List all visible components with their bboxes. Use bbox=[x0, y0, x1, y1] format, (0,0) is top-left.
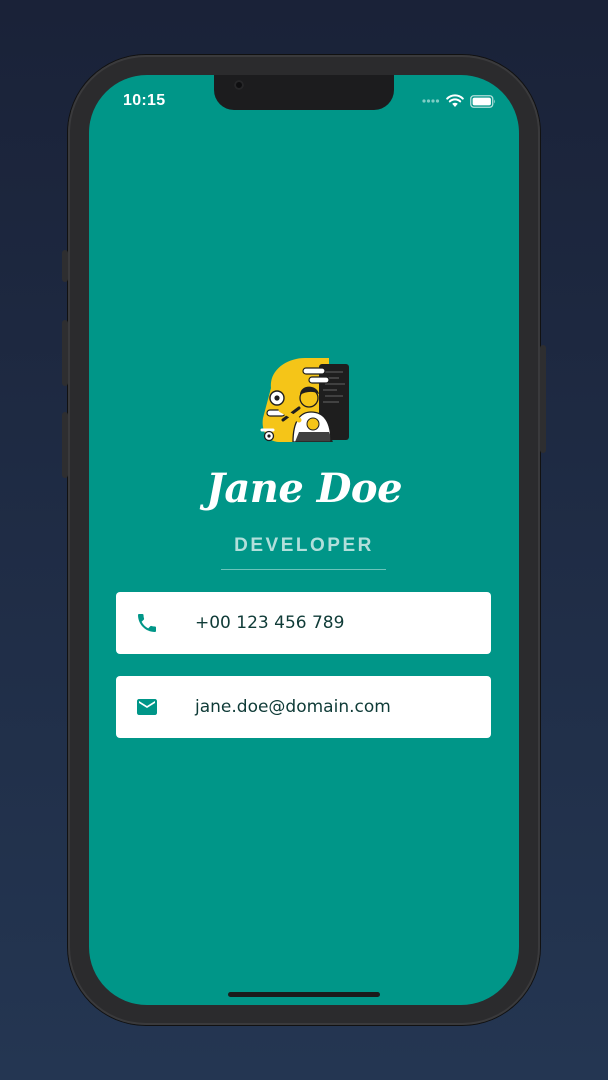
front-camera bbox=[234, 80, 244, 90]
app-screen: 10:15 Jane Doe DEVELOPER +00 123 456 789… bbox=[89, 75, 519, 1005]
status-indicators bbox=[422, 93, 496, 109]
mute-switch bbox=[62, 250, 68, 282]
profile-name: Jane Doe bbox=[205, 465, 403, 512]
avatar bbox=[259, 358, 351, 442]
divider bbox=[221, 569, 386, 570]
phone-icon bbox=[138, 614, 156, 632]
status-time: 10:15 bbox=[123, 92, 166, 109]
wifi-icon bbox=[446, 94, 464, 107]
power-button bbox=[540, 345, 546, 453]
home-indicator[interactable] bbox=[228, 992, 380, 997]
email-address: jane.doe@domain.com bbox=[195, 697, 391, 717]
volume-down-button bbox=[62, 412, 68, 478]
volume-up-button bbox=[62, 320, 68, 386]
phone-card[interactable]: +00 123 456 789 bbox=[116, 592, 491, 654]
notch bbox=[214, 75, 394, 110]
profile-title: DEVELOPER bbox=[234, 535, 374, 556]
signal-icon bbox=[422, 99, 440, 103]
phone-number: +00 123 456 789 bbox=[195, 613, 345, 633]
email-card[interactable]: jane.doe@domain.com bbox=[116, 676, 491, 738]
battery-icon bbox=[470, 94, 495, 108]
mail-icon bbox=[137, 699, 157, 715]
